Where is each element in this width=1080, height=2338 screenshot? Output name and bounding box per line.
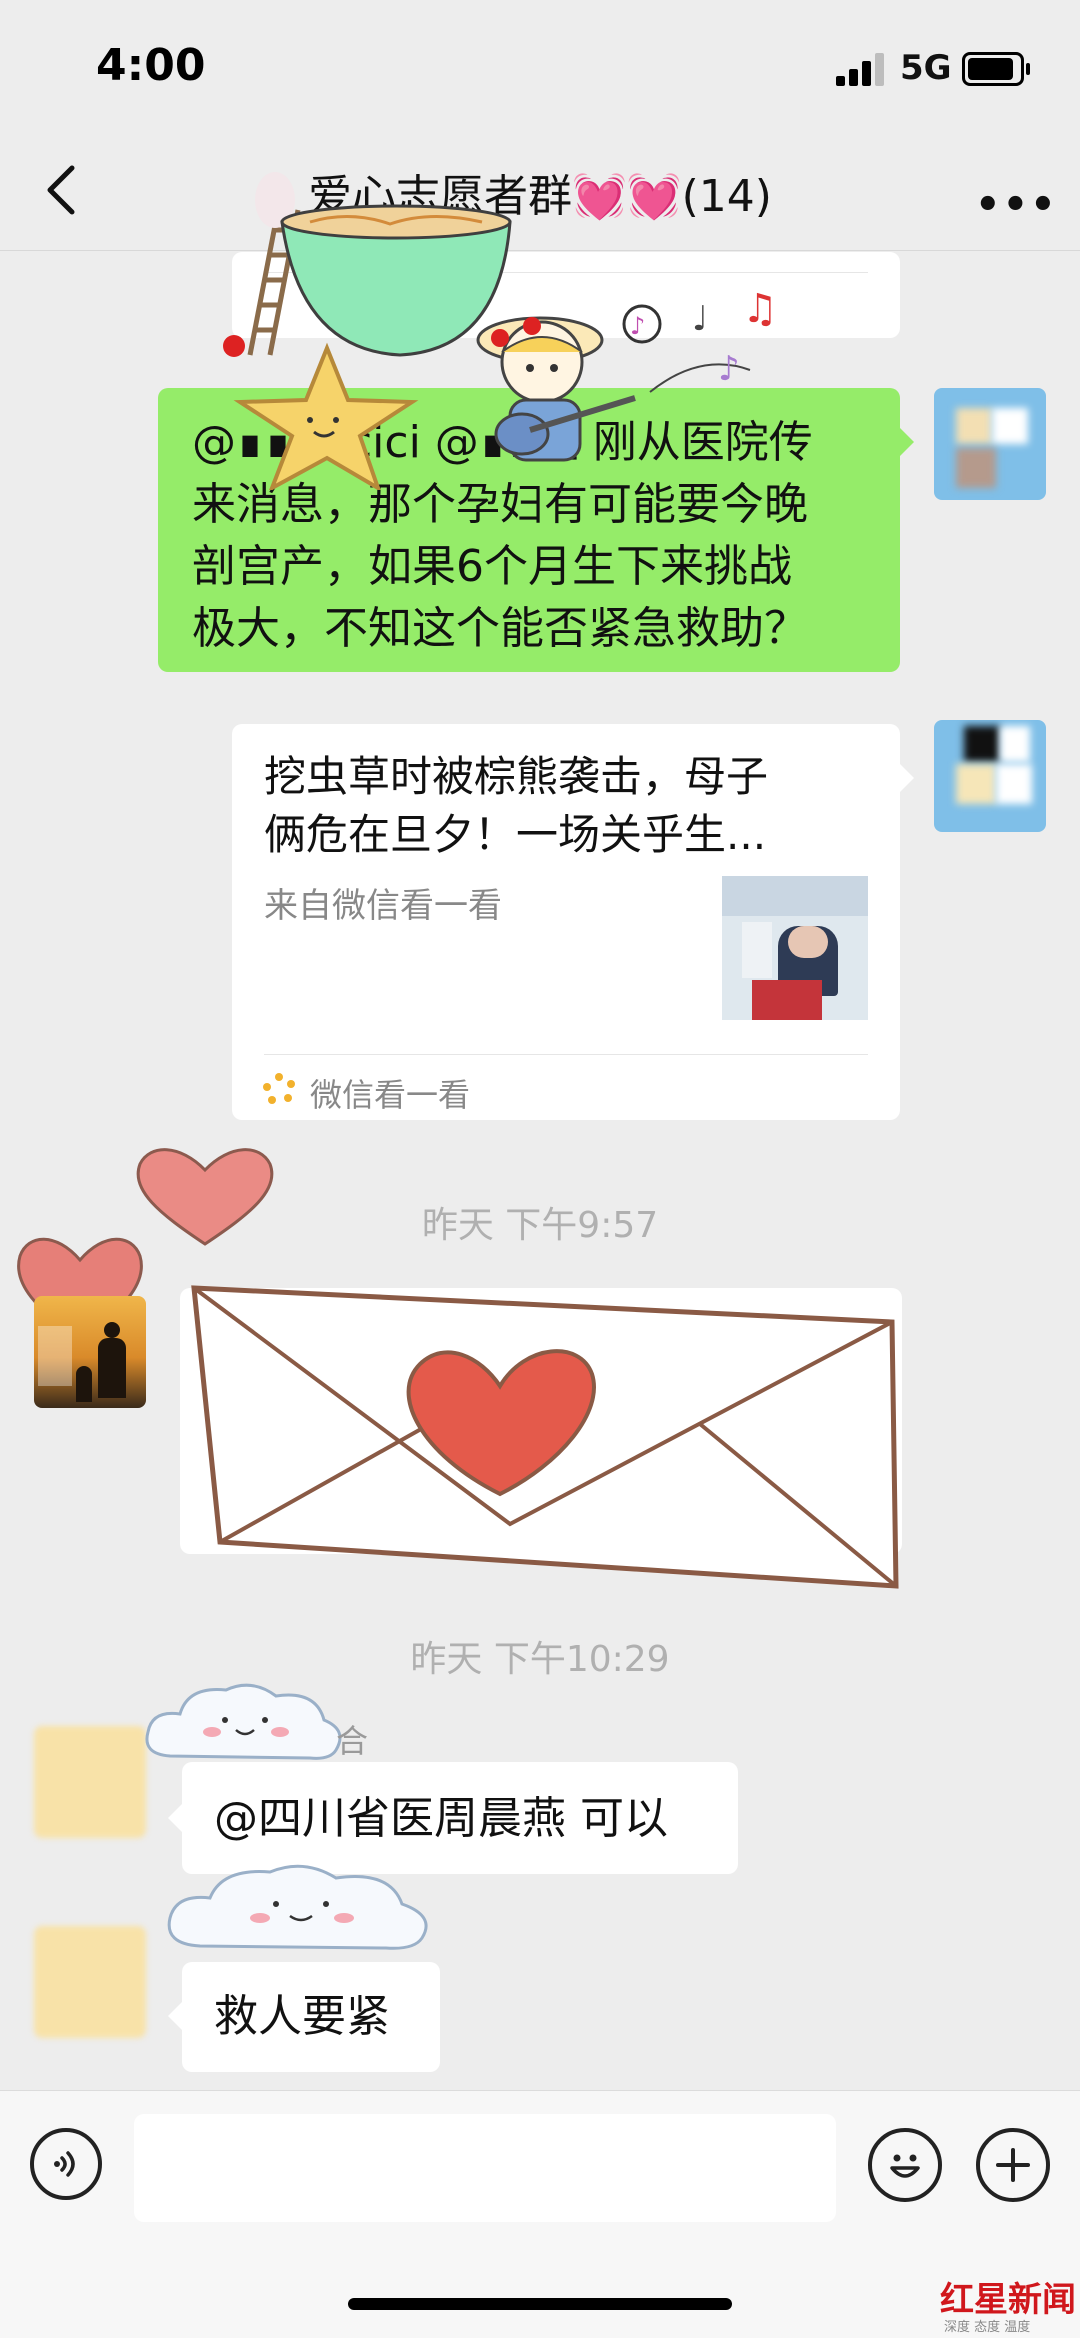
timestamp: 昨天 下午10:29 — [410, 1639, 670, 1680]
avatar[interactable] — [934, 720, 1046, 832]
sender-name: 合 — [336, 1722, 369, 1760]
signal-icon — [836, 52, 890, 86]
card-footer-label: 微信看一看 — [310, 1076, 471, 1114]
home-indicator — [348, 2298, 732, 2310]
wechat-look-icon — [263, 1073, 295, 1104]
bubble-tail — [900, 764, 914, 792]
svg-text:♫: ♫ — [742, 286, 778, 332]
cloud-sticker — [145, 1683, 342, 1760]
ellipsis-icon[interactable]: ••• — [975, 182, 1058, 228]
bubble-tail — [900, 428, 914, 456]
emoji-icon[interactable] — [868, 2128, 942, 2202]
article-source: 来自微信看一看 — [264, 886, 502, 926]
article-title-line: 俩危在旦夕！一场关乎生... — [264, 810, 767, 859]
bubble-tail — [168, 1804, 182, 1832]
guitar-girl-sticker: ♪ ♩ ♫ ♪ — [476, 286, 778, 462]
article-title-line: 挖虫草时被棕熊袭击，母子 — [264, 752, 769, 801]
plus-icon[interactable] — [976, 2128, 1050, 2202]
svg-text:♪: ♪ — [630, 312, 645, 340]
message-text: 救人要紧 — [214, 1991, 390, 2042]
battery-icon — [962, 52, 1030, 86]
message-input[interactable] — [134, 2114, 836, 2222]
bubble-tail — [168, 2002, 182, 2030]
article-thumbnail — [722, 876, 868, 1020]
avatar[interactable] — [34, 1296, 146, 1408]
avatar[interactable] — [34, 1926, 146, 2038]
message-text: @四川省医周晨燕 可以 — [214, 1793, 668, 1844]
nav-divider — [0, 250, 1080, 251]
watermark-logo: 红星新闻 — [940, 2280, 1076, 2320]
cloud-sticker — [167, 1864, 428, 1950]
svg-text:♩: ♩ — [692, 299, 708, 339]
envelope-heart-sticker — [191, 1285, 899, 1589]
message-line: 剖宫产，如果6个月生下来挑战 — [192, 541, 792, 592]
article-title: 挖虫草时被棕熊袭击，母子 俩危在旦夕！一场关乎生... — [264, 748, 874, 864]
status-time: 4:00 — [96, 40, 206, 91]
network-label: 5G — [900, 48, 952, 88]
voice-icon[interactable] — [30, 2128, 102, 2200]
avatar[interactable] — [34, 1726, 146, 1838]
chat-title: 爱心志愿者群💓💓(14) — [308, 171, 772, 222]
avatar[interactable] — [934, 388, 1046, 500]
svg-text:♪: ♪ — [718, 349, 740, 389]
watermark-subtitle: 深度 态度 温度 — [944, 2320, 1031, 2335]
heart-sticker — [136, 1148, 274, 1246]
message-line: 极大，不知这个能否紧急救助？ — [192, 603, 808, 654]
star-sticker — [233, 342, 419, 490]
card-divider — [264, 1054, 868, 1055]
